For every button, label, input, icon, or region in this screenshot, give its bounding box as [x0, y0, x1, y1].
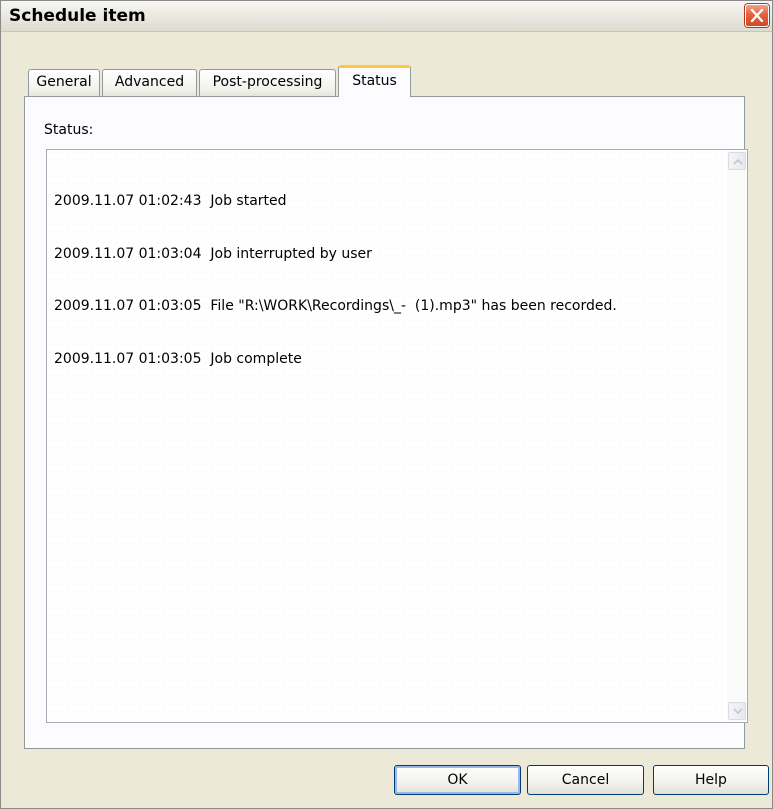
status-log[interactable]: 2009.11.07 01:02:43 Job started 2009.11.…: [46, 149, 748, 723]
ok-button[interactable]: OK: [394, 765, 521, 795]
tab-status[interactable]: Status: [338, 65, 411, 97]
vertical-scrollbar[interactable]: [727, 151, 746, 721]
chevron-down-icon: [733, 708, 743, 715]
status-label: Status:: [44, 122, 94, 138]
scroll-up-button[interactable]: [728, 152, 746, 170]
title-bar[interactable]: Schedule item: [1, 1, 772, 32]
close-icon: [750, 9, 764, 22]
log-line: 2009.11.07 01:02:43 Job started: [54, 193, 287, 209]
scroll-down-button[interactable]: [728, 702, 746, 720]
log-line: 2009.11.07 01:03:05 Job complete: [54, 350, 302, 367]
schedule-item-dialog: Schedule item General Advanced Post-proc…: [0, 0, 773, 809]
tab-general[interactable]: General: [28, 69, 100, 96]
tab-post-processing[interactable]: Post-processing: [199, 69, 336, 96]
log-line: 2009.11.07 01:03:04 Job interrupted by u…: [54, 245, 372, 262]
chevron-up-icon: [733, 158, 743, 165]
tab-advanced[interactable]: Advanced: [102, 69, 197, 96]
cancel-button[interactable]: Cancel: [527, 765, 644, 795]
help-button[interactable]: Help: [653, 765, 769, 795]
status-log-lines: 2009.11.07 01:02:43 Job started 2009.11.…: [54, 158, 617, 403]
close-button[interactable]: [745, 4, 769, 27]
window-title: Schedule item: [9, 6, 146, 26]
log-line: 2009.11.07 01:03:05 File "R:\WORK\Record…: [54, 298, 617, 314]
